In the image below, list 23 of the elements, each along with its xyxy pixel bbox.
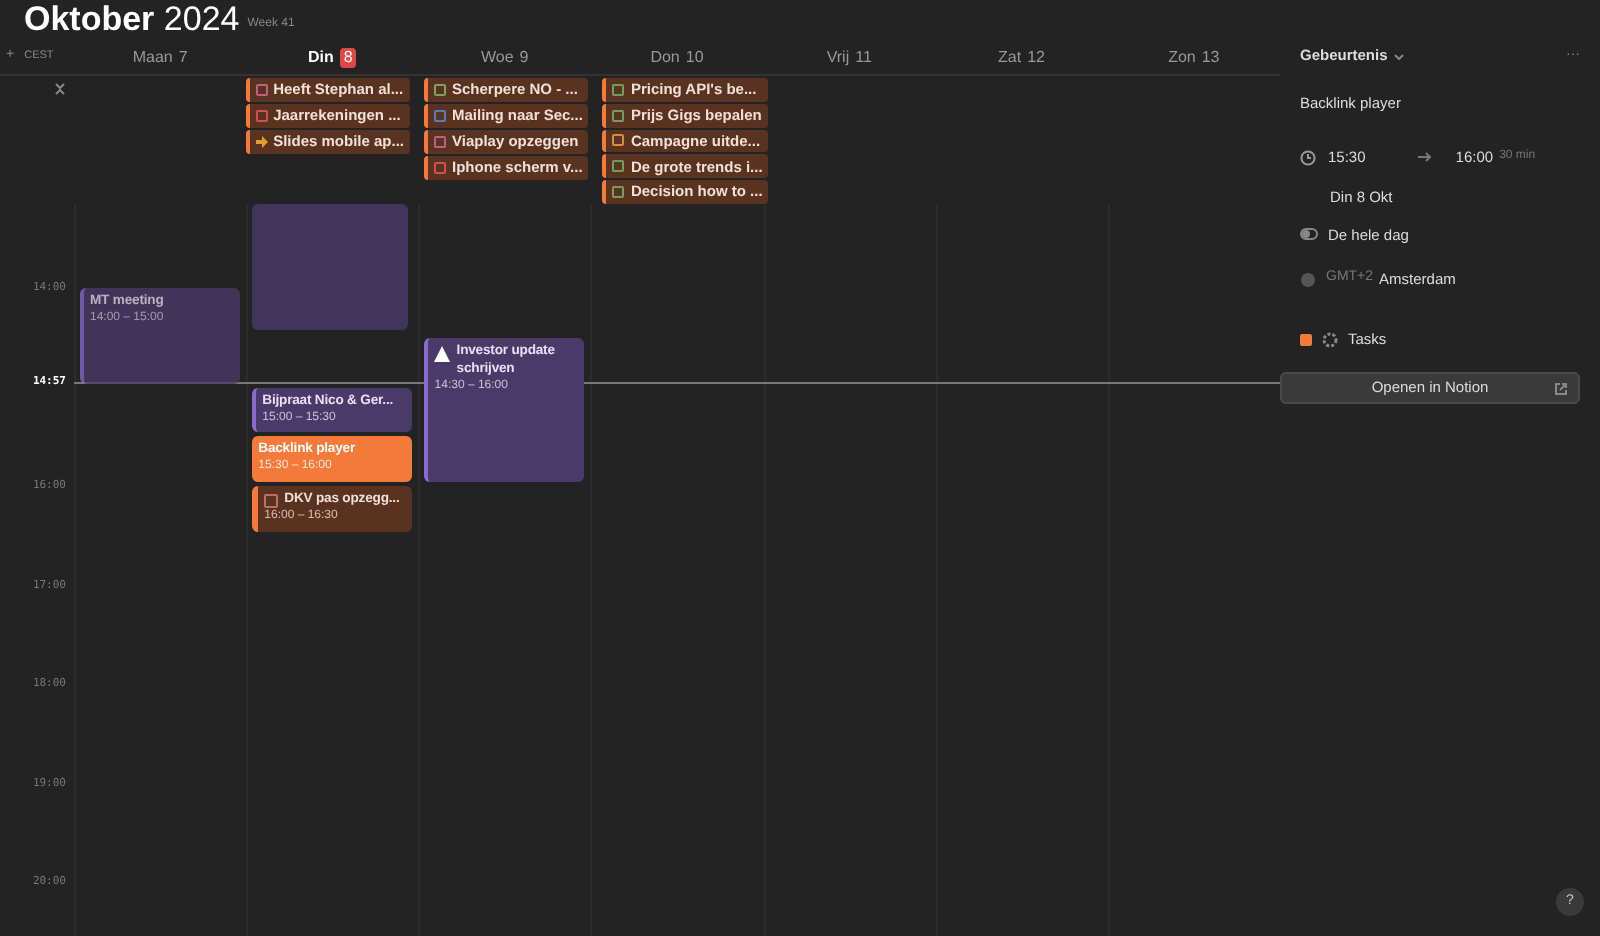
day-date: 9 — [519, 45, 529, 69]
warning-icon — [434, 345, 451, 362]
all-day-toggle[interactable] — [1300, 228, 1318, 241]
day-date: 11 — [855, 45, 872, 69]
external-link-icon — [1554, 381, 1568, 395]
day-name: Zat — [998, 45, 1022, 69]
month-title: Oktober 2024 — [24, 0, 240, 40]
day-name: Maan — [132, 45, 173, 69]
day-name: Woe — [480, 45, 514, 69]
day-name: Vrij — [826, 45, 850, 69]
day-date: 8 — [339, 47, 357, 67]
collapse-icon[interactable] — [53, 82, 65, 96]
day-date: 10 — [685, 45, 704, 69]
day-date: 13 — [1201, 45, 1220, 69]
arrow-icon — [1417, 152, 1432, 163]
day-name: Din — [308, 45, 334, 69]
day-name: Zon — [1168, 45, 1196, 69]
day-name: Don — [650, 45, 680, 69]
checkbox-icon — [264, 494, 279, 509]
day-date: 12 — [1027, 45, 1045, 69]
clock-icon — [1300, 149, 1316, 166]
chevron-down-icon — [1393, 53, 1404, 59]
day-date: 7 — [178, 45, 188, 69]
